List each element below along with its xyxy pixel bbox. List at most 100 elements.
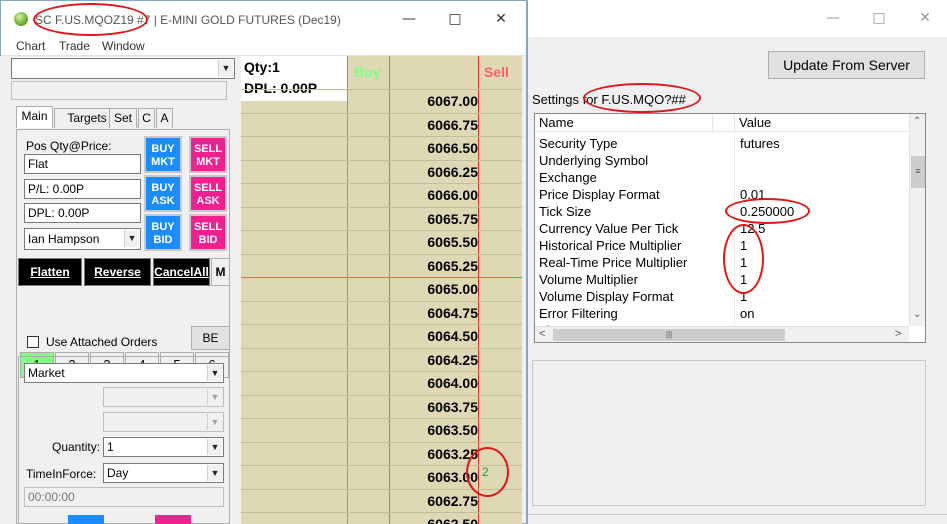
ladder-row[interactable]: 6062.50 — [241, 512, 522, 524]
ladder-price: 6064.75 — [427, 304, 478, 321]
ladder-row[interactable]: 6067.00 — [241, 89, 522, 113]
buy-button-partial[interactable] — [68, 515, 104, 524]
column-header-spacer — [713, 114, 735, 132]
scroll-down-icon[interactable]: ⌄ — [913, 309, 921, 320]
annotation-ring-settings-label — [583, 83, 701, 113]
ladder-row[interactable]: 6064.50 — [241, 324, 522, 348]
chevron-down-icon[interactable]: ▼ — [207, 439, 222, 455]
ladder-price: 6065.00 — [427, 281, 478, 297]
buy-ask-button[interactable]: BUY ASK — [144, 175, 182, 212]
ladder-row[interactable]: 6066.25 — [241, 159, 522, 184]
settings-row[interactable]: Currency Value Per Tick 12.5 — [535, 220, 910, 237]
column-separator — [734, 152, 735, 169]
time-in-force-value: Day — [107, 466, 129, 480]
ladder-price: 6064.50 — [427, 328, 478, 344]
ladder-row[interactable]: 6064.25 — [241, 347, 522, 372]
ladder-row[interactable]: 6065.00 — [241, 277, 522, 301]
ladder-qty: Qty:1 — [244, 59, 280, 75]
dpl-field: DPL: 0.00P — [24, 203, 141, 223]
flatten-button[interactable]: Flatten — [18, 258, 82, 286]
buy-bid-button[interactable]: BUY BID — [144, 214, 182, 251]
cancel-all-button[interactable]: CancelAll — [153, 258, 210, 286]
settings-grid[interactable]: Name Value Security Type futures Underlyin… — [534, 113, 926, 343]
price1-select: ▼ — [103, 387, 224, 407]
ladder-price: 6064.00 — [427, 375, 478, 391]
scroll-right-icon[interactable]: > — [895, 328, 901, 340]
sell-bid-button[interactable]: SELL BID — [189, 214, 227, 251]
setting-name: Volume Multiplier — [539, 272, 638, 287]
pl-field: P/L: 0.00P — [24, 179, 141, 199]
quantity-value: 1 — [107, 440, 114, 454]
chevron-down-icon[interactable]: ▼ — [218, 60, 233, 77]
chevron-down-icon[interactable]: ▼ — [207, 365, 222, 381]
maximize-icon[interactable]: □ — [856, 0, 902, 37]
chevron-down-icon: ▼ — [207, 389, 222, 405]
ladder-price: 6066.25 — [427, 163, 478, 180]
chevron-down-icon[interactable]: ▼ — [207, 465, 222, 481]
buy-market-button[interactable]: BUY MKT — [144, 136, 182, 173]
settings-row[interactable]: Underlying Symbol — [535, 152, 910, 169]
settings-row[interactable]: Exchange — [535, 169, 910, 186]
sell-ask-button[interactable]: SELL ASK — [189, 175, 227, 212]
horizontal-scrollbar[interactable]: < ||| > — [535, 326, 909, 342]
tab-c[interactable]: C — [138, 108, 155, 128]
name-column-header[interactable]: Name — [535, 114, 713, 132]
settings-row[interactable]: Price Display Format 0.01 — [535, 186, 910, 203]
quantity-label: Quantity: — [52, 440, 101, 454]
order-type-select[interactable]: Market ▼ — [24, 363, 224, 383]
settings-row[interactable]: Security Type futures — [535, 135, 910, 152]
sell-market-button[interactable]: SELL MKT — [189, 136, 227, 173]
ladder-row[interactable]: 6066.75 — [241, 112, 522, 137]
scroll-left-icon[interactable]: < — [539, 328, 545, 340]
ladder-row[interactable]: 6066.00 — [241, 183, 522, 207]
ladder-row[interactable]: 6065.50 — [241, 230, 522, 254]
account-select[interactable]: Ian Hampson ▼ — [24, 228, 141, 250]
minimize-icon[interactable]: — — [386, 1, 432, 38]
symbol-combo[interactable]: ▼ — [11, 58, 235, 79]
close-icon[interactable]: ✕ — [902, 0, 947, 37]
menu-trade[interactable]: Trade — [59, 39, 90, 53]
maximize-icon[interactable]: □ — [432, 1, 478, 38]
column-separator — [734, 186, 735, 203]
ladder-row[interactable]: 6065.25 — [241, 253, 522, 278]
quantity-select[interactable]: 1 ▼ — [103, 437, 224, 457]
scroll-up-icon[interactable]: ⌃ — [913, 116, 921, 127]
update-from-server-button[interactable]: Update From Server — [768, 51, 925, 79]
scrollbar-thumb[interactable]: ≡ — [911, 156, 925, 188]
app-icon — [14, 12, 28, 26]
ladder-row[interactable]: 6063.50 — [241, 418, 522, 442]
time-in-force-select[interactable]: Day ▼ — [103, 463, 224, 483]
settings-row[interactable]: Volume Display Format 1 — [535, 288, 910, 305]
column-separator — [734, 169, 735, 186]
menu-chart[interactable]: Chart — [16, 39, 45, 53]
settings-row[interactable]: Volume Multiplier 1 — [535, 271, 910, 288]
vertical-scrollbar[interactable]: ⌃ ≡ ⌄ — [909, 114, 925, 326]
tab-set[interactable]: Set — [109, 108, 137, 128]
minimize-icon[interactable]: — — [810, 0, 856, 37]
close-icon[interactable]: ✕ — [478, 1, 524, 38]
tab-main[interactable]: Main — [16, 106, 53, 128]
sell-button-partial[interactable] — [155, 515, 191, 524]
ladder-row[interactable]: 6065.75 — [241, 206, 522, 231]
menu-bar: Chart Trade Window — [1, 38, 526, 56]
use-attached-orders-checkbox[interactable] — [27, 336, 39, 348]
settings-row[interactable]: Tick Size 0.250000 — [535, 203, 910, 220]
settings-row[interactable]: Error Filtering on — [535, 305, 910, 322]
ladder-row[interactable]: 6064.75 — [241, 300, 522, 325]
ladder-price: 6066.00 — [427, 187, 478, 203]
chevron-down-icon[interactable]: ▼ — [124, 230, 139, 247]
settings-title-bar[interactable]: — □ ✕ — [528, 0, 947, 37]
ladder-row[interactable]: 6063.75 — [241, 394, 522, 419]
tab-a[interactable]: A — [156, 108, 173, 128]
ladder-price: 6064.25 — [427, 351, 478, 368]
hscrollbar-thumb[interactable]: ||| — [553, 329, 785, 341]
ladder-row[interactable]: 6064.00 — [241, 371, 522, 395]
breakeven-button[interactable]: BE — [191, 326, 230, 350]
menu-window[interactable]: Window — [102, 39, 145, 53]
chevron-down-icon: ▼ — [207, 414, 222, 430]
ladder-row[interactable]: 6066.50 — [241, 136, 522, 160]
ladder-price: 6067.00 — [427, 93, 478, 109]
reverse-button[interactable]: Reverse — [84, 258, 151, 286]
value-column-header[interactable]: Value — [735, 114, 910, 132]
m-button[interactable]: M — [211, 258, 230, 286]
